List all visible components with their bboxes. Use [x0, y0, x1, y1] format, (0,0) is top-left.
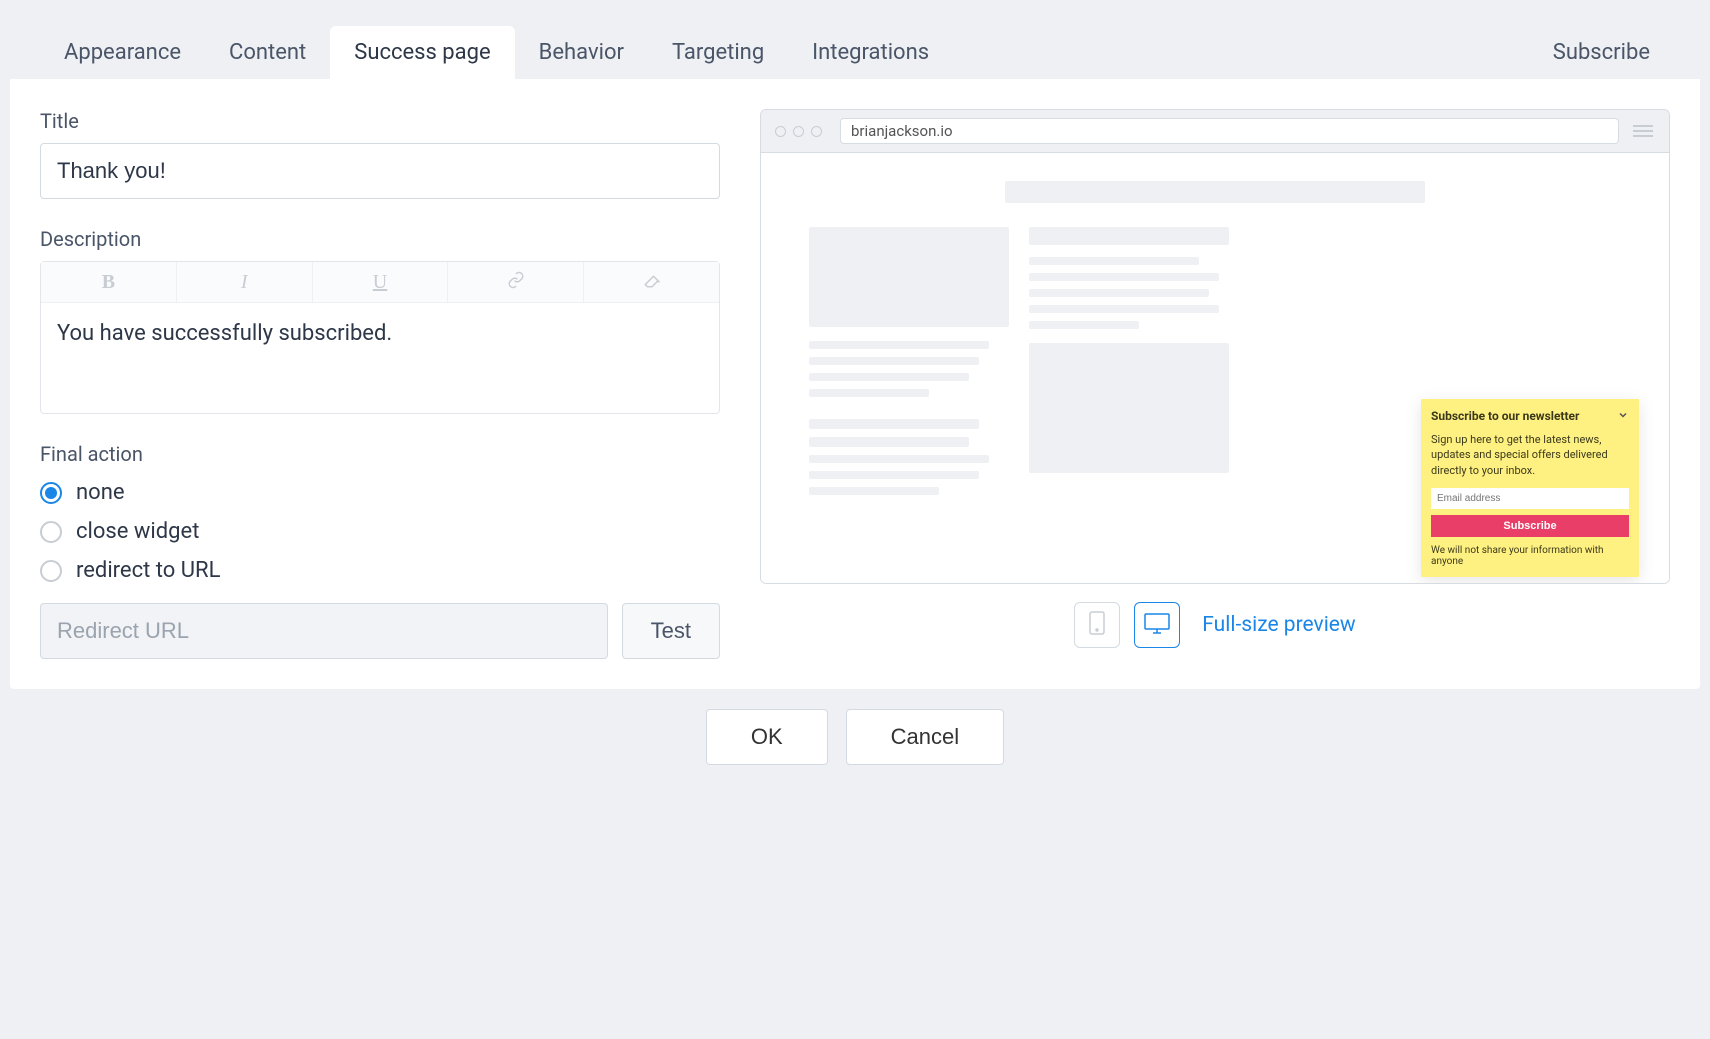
title-input[interactable]	[40, 143, 720, 199]
underline-icon: U	[373, 271, 387, 294]
mobile-icon	[1088, 610, 1106, 640]
window-dots	[775, 126, 822, 137]
tab-appearance[interactable]: Appearance	[40, 26, 205, 79]
bold-button[interactable]: B	[41, 262, 177, 302]
widget-body-text: Sign up here to get the latest news, upd…	[1431, 432, 1629, 478]
form-name-label: Subscribe	[1533, 26, 1670, 79]
final-action-group: none close widget redirect to URL	[40, 480, 720, 583]
description-editor: B I U You have successfully subscribe	[40, 261, 720, 414]
modal-container: Appearance Content Success page Behavior…	[10, 10, 1700, 785]
widget-email-input[interactable]	[1431, 488, 1629, 509]
chevron-down-icon[interactable]	[1617, 409, 1629, 424]
tab-integrations[interactable]: Integrations	[788, 26, 953, 79]
footer: OK Cancel	[10, 689, 1700, 785]
preview-browser-chrome: brianjackson.io	[761, 110, 1669, 153]
preview-body: Subscribe to our newsletter Sign up here…	[761, 153, 1669, 583]
preview-widget: Subscribe to our newsletter Sign up here…	[1421, 399, 1639, 577]
widget-header: Subscribe to our newsletter	[1431, 409, 1629, 424]
radio-icon	[40, 560, 62, 582]
desktop-icon	[1143, 611, 1171, 639]
radio-redirect-label: redirect to URL	[76, 558, 220, 583]
form-column: Title Description B I U	[40, 109, 720, 659]
editor-toolbar: B I U	[41, 262, 719, 303]
mobile-preview-button[interactable]	[1074, 602, 1120, 648]
preview-controls: Full-size preview	[760, 602, 1670, 648]
bold-icon: B	[102, 271, 115, 294]
ok-button[interactable]: OK	[706, 709, 828, 765]
fullsize-preview-link[interactable]: Full-size preview	[1202, 613, 1355, 637]
radio-icon	[40, 482, 62, 504]
italic-button[interactable]: I	[177, 262, 313, 302]
radio-close-widget[interactable]: close widget	[40, 519, 720, 544]
hamburger-icon	[1631, 123, 1655, 139]
description-textarea[interactable]: You have successfully subscribed.	[41, 303, 719, 413]
preview-url-bar: brianjackson.io	[840, 118, 1619, 144]
description-label: Description	[40, 227, 720, 251]
tab-success-page[interactable]: Success page	[330, 26, 514, 79]
underline-button[interactable]: U	[313, 262, 449, 302]
title-label: Title	[40, 109, 720, 133]
radio-none-label: none	[76, 480, 125, 505]
tab-content[interactable]: Content	[205, 26, 330, 79]
widget-subscribe-button[interactable]: Subscribe	[1431, 515, 1629, 537]
redirect-url-input[interactable]	[40, 603, 608, 659]
radio-close-widget-label: close widget	[76, 519, 199, 544]
redirect-row: Test	[40, 603, 720, 659]
radio-redirect[interactable]: redirect to URL	[40, 558, 720, 583]
italic-icon: I	[241, 271, 248, 294]
main-panel: Title Description B I U	[10, 79, 1700, 689]
eraser-icon	[643, 270, 661, 294]
preview-column: brianjackson.io	[760, 109, 1670, 659]
link-icon	[507, 270, 525, 294]
tab-behavior[interactable]: Behavior	[515, 26, 648, 79]
preview-window: brianjackson.io	[760, 109, 1670, 584]
tab-bar: Appearance Content Success page Behavior…	[10, 10, 1700, 79]
clear-format-button[interactable]	[584, 262, 719, 302]
cancel-button[interactable]: Cancel	[846, 709, 1004, 765]
radio-none[interactable]: none	[40, 480, 720, 505]
desktop-preview-button[interactable]	[1134, 602, 1180, 648]
link-button[interactable]	[448, 262, 584, 302]
radio-icon	[40, 521, 62, 543]
final-action-label: Final action	[40, 442, 720, 466]
widget-footnote: We will not share your information with …	[1431, 545, 1629, 567]
widget-title: Subscribe to our newsletter	[1431, 409, 1579, 423]
test-button[interactable]: Test	[622, 603, 720, 659]
tab-targeting[interactable]: Targeting	[648, 26, 788, 79]
